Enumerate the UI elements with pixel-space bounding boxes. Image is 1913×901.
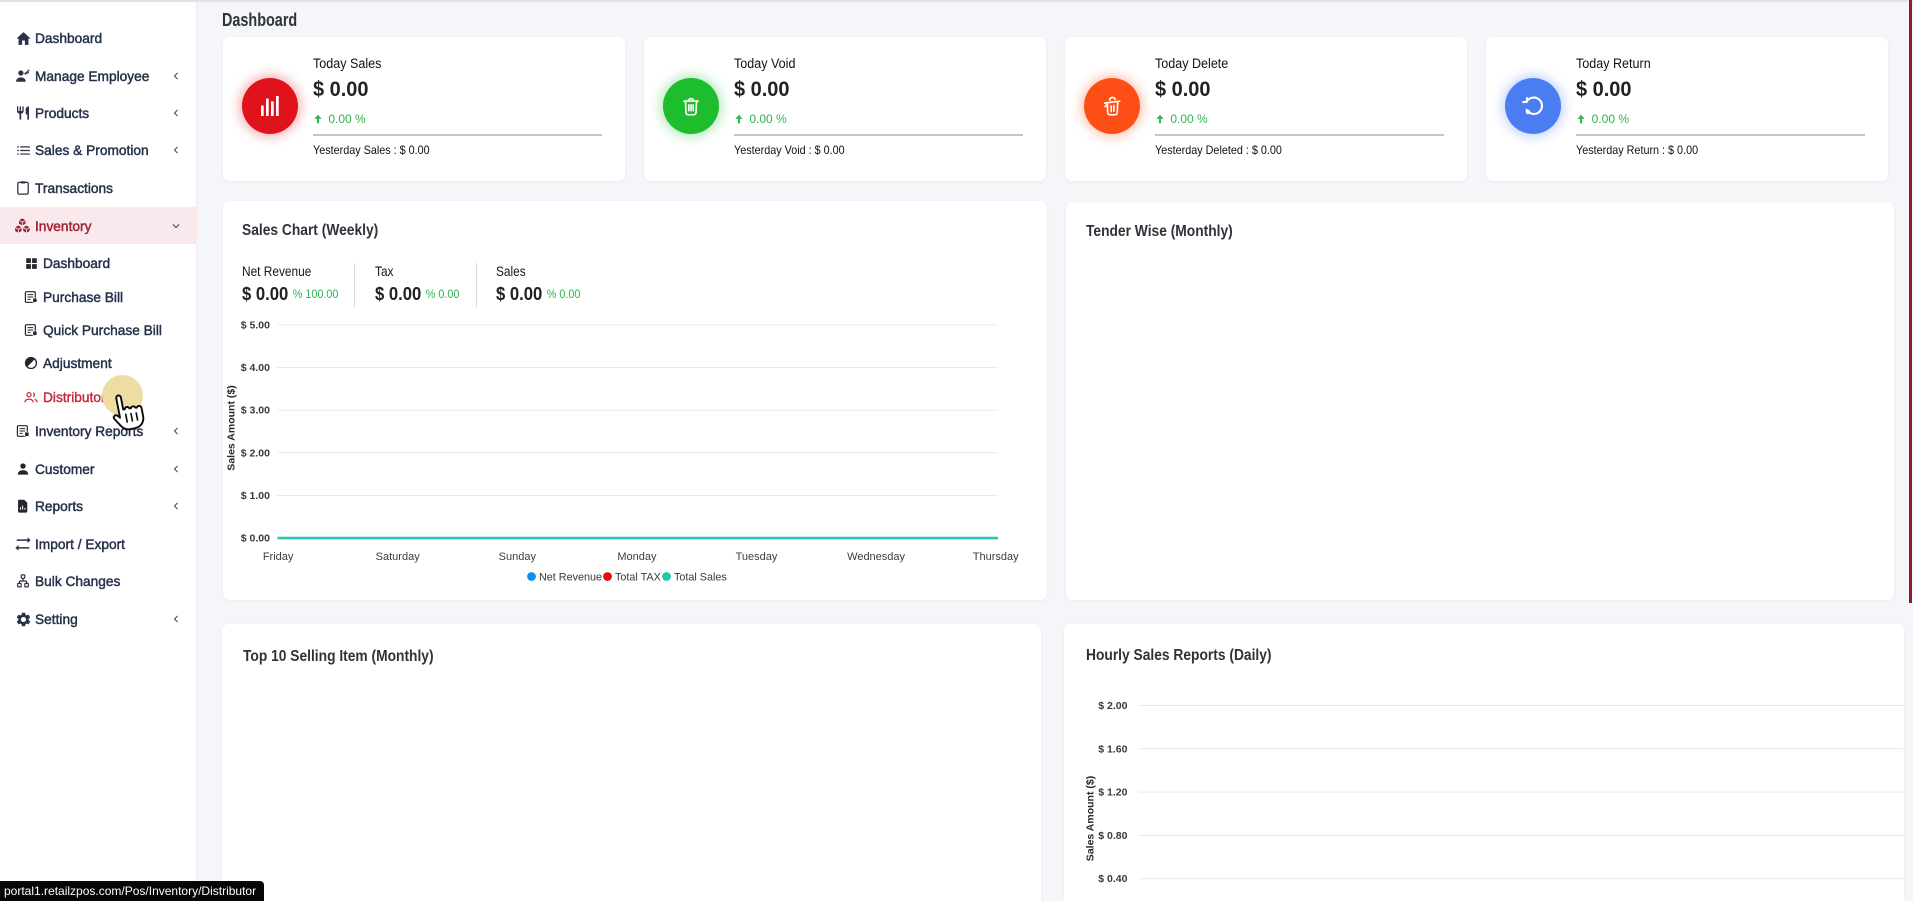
svg-text:$ 2.00: $ 2.00 (1098, 700, 1127, 712)
svg-text:Total TAX: Total TAX (615, 571, 661, 583)
svg-text:Tuesday: Tuesday (735, 551, 777, 563)
svg-text:Wednesday: Wednesday (847, 551, 905, 563)
svg-text:Friday: Friday (262, 551, 293, 563)
svg-text:$ 0.40: $ 0.40 (1098, 873, 1127, 885)
svg-text:$ 0.00: $ 0.00 (240, 532, 269, 544)
svg-text:Sales Amount ($): Sales Amount ($) (225, 385, 237, 470)
svg-text:$ 2.00: $ 2.00 (240, 447, 269, 459)
svg-text:$ 3.00: $ 3.00 (240, 404, 269, 416)
svg-text:$ 4.00: $ 4.00 (240, 362, 269, 374)
svg-text:Thursday: Thursday (972, 551, 1018, 563)
svg-text:$ 5.00: $ 5.00 (240, 319, 269, 331)
svg-text:Monday: Monday (617, 551, 657, 563)
svg-text:Saturday: Saturday (375, 551, 420, 563)
svg-text:Sunday: Sunday (498, 551, 536, 563)
svg-text:$ 1.20: $ 1.20 (1098, 786, 1127, 798)
svg-text:$ 1.00: $ 1.00 (240, 490, 269, 502)
svg-text:$ 1.60: $ 1.60 (1098, 743, 1127, 755)
svg-text:$ 0.80: $ 0.80 (1098, 829, 1127, 841)
svg-text:Sales Amount ($): Sales Amount ($) (1084, 775, 1096, 860)
svg-text:Net Revenue: Net Revenue (539, 571, 602, 583)
svg-text:Total Sales: Total Sales (674, 571, 727, 583)
